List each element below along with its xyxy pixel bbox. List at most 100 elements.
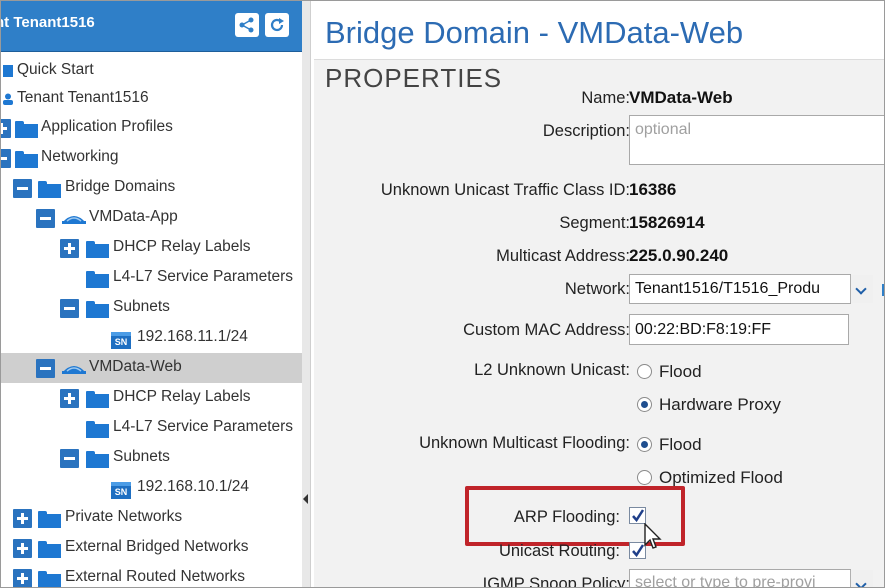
class-id-label: Unknown Unicast Traffic Class ID:: [380, 181, 630, 199]
tree-item-label: Private Networks: [65, 508, 183, 525]
tree-item-bridge-domains[interactable]: Bridge Domains: [1, 173, 302, 203]
quick-start-icon: [3, 65, 13, 77]
class-id-value: 16386: [629, 180, 677, 199]
collapse-icon[interactable]: [60, 299, 79, 318]
properties-panel: Bridge Domain - VMData-Web PROPERTIES Na…: [311, 1, 884, 588]
collapse-icon[interactable]: [13, 179, 32, 198]
panel-splitter[interactable]: [302, 1, 311, 587]
expand-icon[interactable]: [13, 539, 32, 558]
expand-icon[interactable]: [13, 509, 32, 528]
tree-item-label: VMData-App: [89, 208, 178, 225]
tree-item-l4-l7-service-parameters[interactable]: L4-L7 Service Parameters: [1, 413, 302, 443]
description-field[interactable]: optional: [629, 115, 884, 165]
folder-icon: [86, 451, 109, 468]
folder-icon: [38, 541, 61, 558]
folder-icon: [86, 391, 109, 408]
name-value: VMData-Web: [629, 88, 733, 107]
tree-item-vmdata-web[interactable]: VMData-Web: [1, 353, 302, 383]
tree-item-label: L4-L7 Service Parameters: [113, 268, 294, 285]
custom-mac-field[interactable]: 00:22:BD:F8:19:FF: [629, 314, 849, 345]
tree-item-subnets[interactable]: Subnets: [1, 293, 302, 323]
tree-item-label: External Bridged Networks: [65, 538, 249, 555]
l2-flood-radio[interactable]: [637, 364, 652, 379]
tree-item-label: Bridge Domains: [65, 178, 176, 195]
tree-header: nt Tenant1516: [1, 1, 302, 52]
app-window: nt Tenant1516 Quick Start Tenant Tenant1…: [0, 0, 885, 588]
custom-mac-label: Custom MAC Address:: [463, 321, 630, 339]
subnet-icon: SN: [111, 332, 131, 349]
network-label: Network:: [564, 280, 630, 298]
folder-icon: [86, 271, 109, 288]
dropdown-icon[interactable]: [850, 570, 873, 587]
segment-value: 15826914: [629, 213, 705, 232]
navigation-tree-panel: nt Tenant1516 Quick Start Tenant Tenant1…: [1, 1, 303, 587]
tree-item-vmdata-app[interactable]: VMData-App: [1, 203, 302, 233]
section-title: PROPERTIES: [325, 63, 503, 93]
folder-icon: [38, 511, 61, 528]
l2-unknown-unicast-label: L2 Unknown Unicast:: [474, 361, 630, 379]
collapse-icon[interactable]: [36, 359, 55, 378]
segment-label: Segment:: [559, 214, 630, 232]
network-select[interactable]: Tenant1516/T1516_Produ: [629, 274, 851, 304]
tree-item-label: VMData-Web: [89, 358, 182, 375]
user-icon: [3, 93, 13, 105]
tree-item-external-routed-networks[interactable]: External Routed Networks: [1, 563, 302, 587]
multicast-address-label: Multicast Address:: [496, 247, 630, 265]
tree-item-l4-l7-service-parameters[interactable]: L4-L7 Service Parameters: [1, 263, 302, 293]
mcast-optimized-flood-radio[interactable]: [637, 470, 652, 485]
igmp-snoop-policy-label: IGMP Snoop Policy:: [482, 575, 630, 588]
tree-item-dhcp-relay-labels[interactable]: DHCP Relay Labels: [1, 383, 302, 413]
subnet-icon: SN: [111, 482, 131, 499]
tree-item-subnet[interactable]: SN 192.168.10.1/24: [1, 473, 302, 503]
igmp-snoop-policy-select[interactable]: select or type to pre-provi: [629, 569, 851, 587]
tree-item-subnet[interactable]: SN 192.168.11.1/24: [1, 323, 302, 353]
tree-item-label: L4-L7 Service Parameters: [113, 418, 294, 435]
expand-icon[interactable]: [13, 569, 32, 587]
expand-icon[interactable]: [60, 389, 79, 408]
tree-item-label: DHCP Relay Labels: [113, 238, 251, 255]
mcast-flood-radio[interactable]: [637, 437, 652, 452]
arp-flooding-checkbox[interactable]: [629, 507, 646, 524]
l2-flood-option: Flood: [659, 362, 702, 381]
mcast-flood-option: Flood: [659, 435, 702, 454]
tree-item-label: Application Profiles: [41, 118, 173, 135]
share-icon[interactable]: [235, 13, 259, 37]
folder-icon: [86, 241, 109, 258]
tree-item-label: DHCP Relay Labels: [113, 388, 251, 405]
bridge-domain-icon: [62, 216, 86, 224]
tree-item-external-bridged-networks[interactable]: External Bridged Networks: [1, 533, 302, 563]
tree-item-dhcp-relay-labels[interactable]: DHCP Relay Labels: [1, 233, 302, 263]
refresh-icon[interactable]: [265, 13, 289, 37]
expand-icon[interactable]: [1, 119, 11, 138]
unknown-multicast-flooding-label: Unknown Multicast Flooding:: [419, 434, 630, 452]
tree-item-label: External Routed Networks: [65, 568, 246, 585]
tree-item-networking[interactable]: Networking: [1, 143, 302, 173]
network-select-value: Tenant1516/T1516_Produ: [635, 280, 821, 297]
tenant-title: nt Tenant1516: [1, 14, 95, 31]
tree-item-subnets[interactable]: Subnets: [1, 443, 302, 473]
checkmark-icon: [632, 509, 645, 523]
name-label: Name:: [581, 89, 630, 107]
expand-icon[interactable]: [60, 239, 79, 258]
collapse-icon[interactable]: [1, 149, 11, 168]
l2-hardware-proxy-radio[interactable]: [637, 397, 652, 412]
l2-hardware-proxy-option: Hardware Proxy: [659, 395, 781, 414]
collapse-icon[interactable]: [36, 209, 55, 228]
collapse-icon[interactable]: [60, 449, 79, 468]
bridge-domain-icon: [62, 366, 86, 374]
tree-item-label: 192.168.10.1/24: [137, 478, 250, 495]
tree-item-private-networks[interactable]: Private Networks: [1, 503, 302, 533]
collapse-arrow-icon[interactable]: [303, 494, 308, 504]
description-label: Description:: [542, 122, 630, 140]
tree-item-tenant[interactable]: Tenant Tenant1516: [1, 84, 302, 114]
tree-item-label: Networking: [41, 148, 119, 165]
dropdown-icon[interactable]: [850, 275, 873, 303]
mcast-optimized-flood-option: Optimized Flood: [659, 468, 783, 487]
arp-flooding-label: ARP Flooding:: [513, 508, 620, 526]
folder-icon: [86, 421, 109, 438]
tree-item-label: Subnets: [113, 448, 170, 465]
tree-item-quick-start[interactable]: Quick Start: [1, 56, 302, 86]
tree-item-label: Subnets: [113, 298, 170, 315]
tree-item-application-profiles[interactable]: Application Profiles: [1, 113, 302, 143]
page-title: Bridge Domain - VMData-Web: [325, 15, 744, 50]
